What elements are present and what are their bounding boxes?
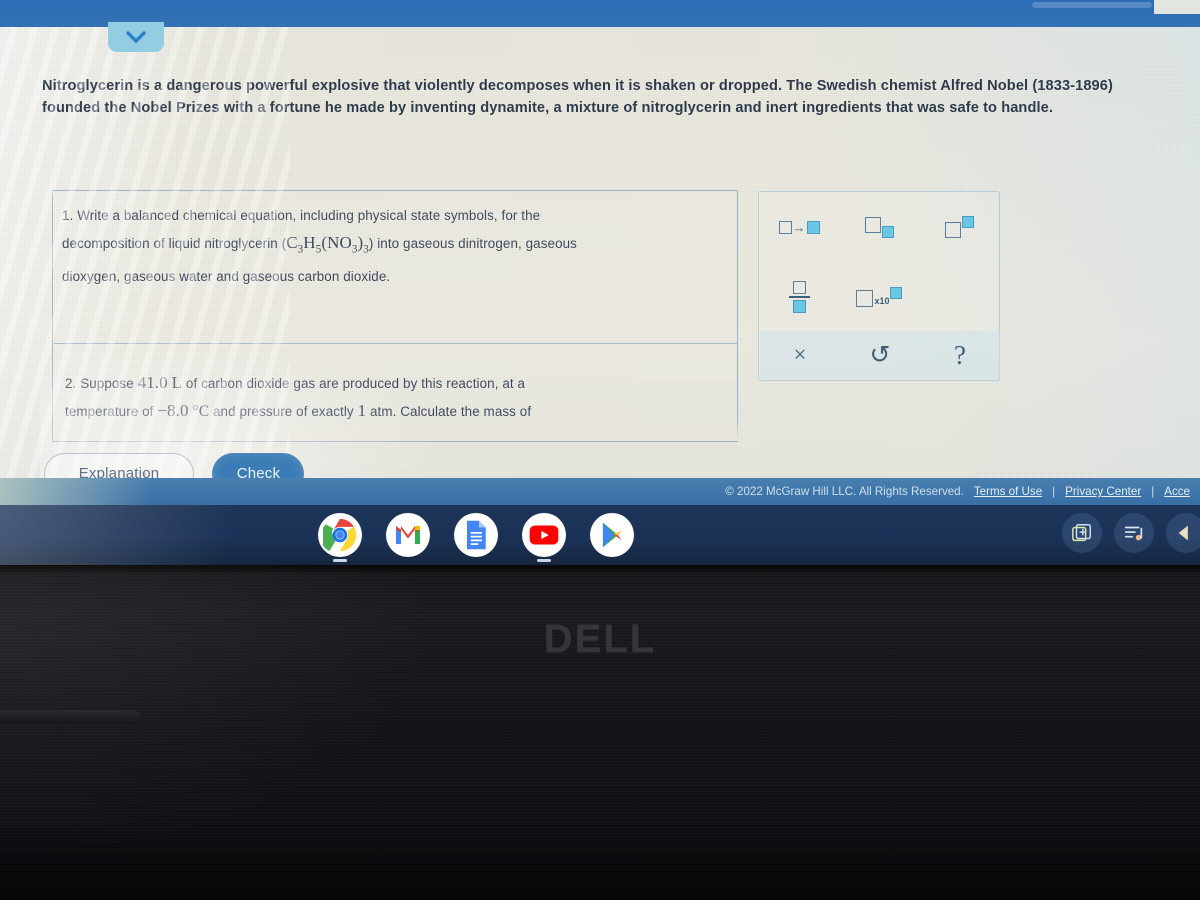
footer-glare: [0, 478, 170, 505]
laptop-screen: Nitroglycerin is a dangerous powerful ex…: [0, 0, 1200, 565]
subscript-button[interactable]: [839, 192, 919, 262]
media-playlist-icon[interactable]: [1114, 513, 1154, 553]
hinge-detail: [0, 710, 140, 724]
privacy-center-link[interactable]: Privacy Center: [1065, 485, 1141, 498]
question-card: 1. Write a balanced chemical equation, i…: [52, 190, 738, 496]
scientific-notation-button[interactable]: x10: [839, 262, 919, 332]
copyright-text: © 2022 McGraw Hill LLC. All Rights Reser…: [725, 485, 964, 498]
play-store-glyph: [602, 522, 622, 548]
question-2-line2-mid: and pressure of exactly: [212, 404, 354, 419]
gmail-glyph: [396, 526, 420, 544]
terms-of-use-link[interactable]: Terms of Use: [974, 485, 1042, 498]
footer-separator: |: [1052, 485, 1056, 498]
google-docs-icon[interactable]: [454, 513, 498, 557]
undo-icon: ↺: [869, 342, 891, 369]
browser-top-band: [0, 0, 1200, 27]
question-2-line1-post: of carbon dioxide gas are produced by th…: [185, 376, 526, 391]
accessibility-link[interactable]: Acce: [1164, 485, 1190, 498]
chevron-down-icon: [126, 31, 146, 43]
question-1-number: 1.: [62, 208, 74, 223]
question-2-text: 2. Suppose 41.0 L of carbon dioxide gas …: [65, 369, 715, 425]
top-band-highlight: [1032, 2, 1152, 8]
question-divider: [54, 343, 738, 344]
screen-capture-glyph: [1072, 524, 1091, 542]
toolbar-row-1: →: [759, 192, 999, 262]
superscript-button[interactable]: [919, 192, 999, 262]
status-partial-icon[interactable]: [1166, 513, 1200, 553]
youtube-icon[interactable]: [522, 513, 566, 562]
toolbar-empty-cell: [919, 262, 999, 332]
gmail-icon[interactable]: [386, 513, 430, 557]
question-2-line1-pre: Suppose: [80, 376, 134, 391]
toolbar-action-row: × ↺ ?: [760, 331, 1000, 379]
help-button[interactable]: ?: [920, 331, 1000, 379]
question-1-line2-pre: decomposition of liquid nitroglycerin (: [62, 236, 287, 251]
footer-separator: |: [1151, 485, 1155, 498]
laptop-body: DELL: [0, 565, 1200, 900]
page-footer: © 2022 McGraw Hill LLC. All Rights Reser…: [0, 478, 1200, 505]
app-running-indicator: [537, 559, 551, 562]
question-1-line3: dioxygen, gaseous water and gaseous carb…: [62, 269, 391, 285]
close-icon: ×: [793, 342, 807, 367]
co2-volume-value: 41.0: [137, 373, 168, 392]
math-symbol-toolbar: → x10 × ↺ ?: [758, 191, 1000, 381]
question-2-line2-post: Calculate the mass of: [400, 404, 532, 419]
problem-intro-text: Nitroglycerin is a dangerous powerful ex…: [42, 78, 1113, 116]
assignment-page: Nitroglycerin is a dangerous powerful ex…: [0, 27, 1200, 547]
superscript-icon: [944, 216, 974, 238]
undo-button[interactable]: ↺: [840, 331, 920, 379]
pressure-value: 1: [357, 401, 367, 420]
body-bottom-shadow: [0, 820, 1200, 900]
footer-content: © 2022 McGraw Hill LLC. All Rights Reser…: [725, 485, 1200, 498]
play-store-icon[interactable]: [590, 513, 634, 557]
dell-brand-logo: DELL: [0, 617, 1200, 662]
reaction-arrow-icon: →: [778, 220, 820, 234]
subscript-icon: [864, 216, 894, 238]
temperature-value: −8.0: [157, 401, 189, 420]
toolbar-row-2: x10: [759, 262, 999, 332]
pressure-unit: atm.: [370, 404, 397, 419]
collapse-panel-tab[interactable]: [108, 22, 164, 52]
question-1-line2-post: ) into gaseous dinitrogen, gaseous: [368, 236, 577, 251]
app-running-indicator: [333, 559, 347, 562]
taskbar-glare: [0, 505, 330, 565]
question-mark-icon: ?: [954, 339, 966, 370]
screen-capture-icon[interactable]: [1062, 513, 1102, 553]
status-partial-glyph: [1178, 525, 1188, 541]
card-clip-fade: [54, 419, 738, 441]
reaction-arrow-button[interactable]: →: [759, 192, 839, 262]
co2-volume-unit: L: [171, 373, 183, 392]
clear-button[interactable]: ×: [760, 331, 840, 379]
taskbar-shelf: [0, 505, 1200, 565]
docs-glyph: [467, 520, 486, 550]
media-playlist-glyph: [1124, 526, 1143, 541]
top-band-right-strip: [1154, 0, 1200, 14]
scientific-notation-icon: x10: [856, 287, 902, 307]
taskbar-tray: [1062, 513, 1200, 553]
nitroglycerin-formula: C3H5(NO3)3: [286, 233, 369, 256]
question-1-text: 1. Write a balanced chemical equation, i…: [62, 202, 722, 290]
question-2-line2-pre: temperature of: [65, 404, 154, 419]
fraction-icon: [788, 281, 810, 313]
question-2-number: 2.: [65, 376, 77, 391]
question-1-line1: Write a balanced chemical equation, incl…: [77, 208, 541, 223]
youtube-glyph: [529, 525, 559, 545]
toolbar-symbol-rows: → x10: [759, 192, 999, 332]
fraction-button[interactable]: [759, 262, 839, 332]
temperature-unit: °C: [192, 403, 210, 420]
taskbar-app-group: [318, 513, 634, 562]
dell-brand-text: DELL: [543, 617, 657, 661]
